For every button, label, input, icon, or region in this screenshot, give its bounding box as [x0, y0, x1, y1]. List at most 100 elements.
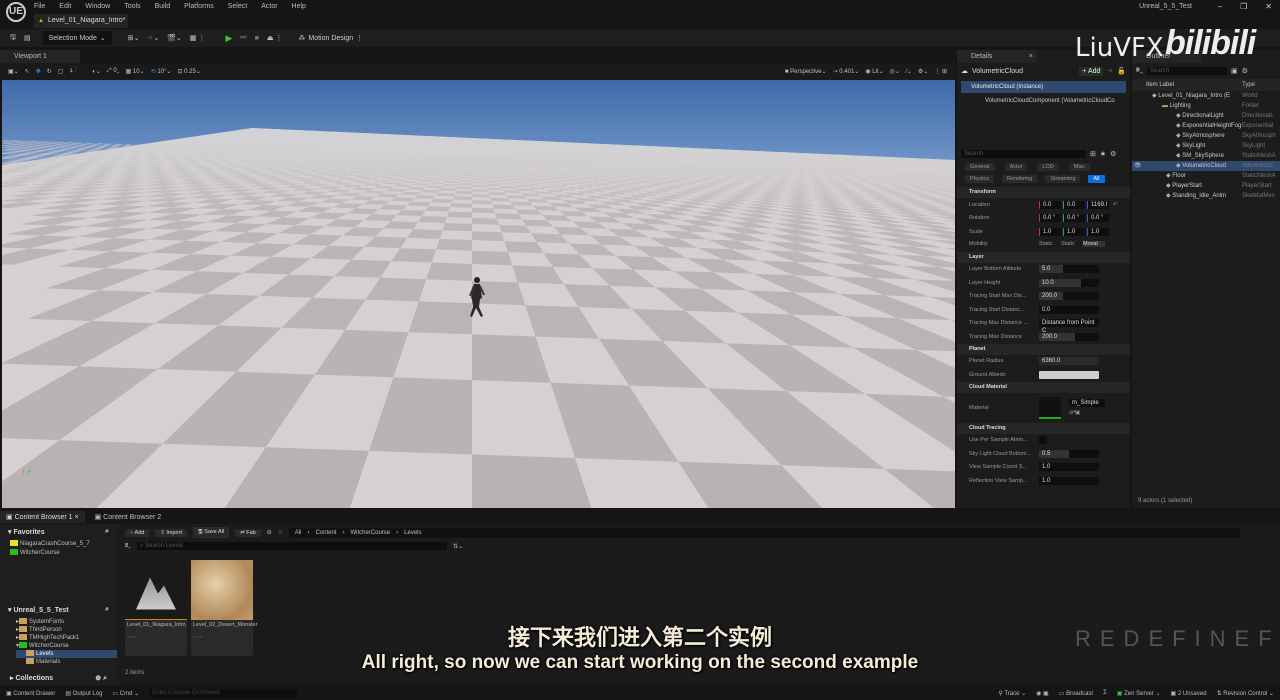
world-local-icon[interactable]: ◐⌄: [92, 68, 101, 75]
selection-mode-dropdown[interactable]: Selection Mode ⌄: [42, 31, 112, 45]
prop-value-field[interactable]: Distance from Point C: [1039, 319, 1099, 334]
filter-all[interactable]: All: [1088, 175, 1105, 183]
filter-icon[interactable]: ⩩⌄: [1136, 67, 1143, 75]
output-log-button[interactable]: ▤ Output Log: [65, 690, 102, 697]
menu-tools[interactable]: Tools: [124, 3, 140, 10]
close-tab-icon[interactable]: ×: [1029, 50, 1033, 63]
filter-physics[interactable]: Physics: [965, 175, 994, 183]
favorite-star-icon[interactable]: ★: [1100, 150, 1106, 158]
layout-icon[interactable]: ⋮ ⊞: [934, 68, 947, 75]
prop-value-field[interactable]: 0.0: [1039, 305, 1099, 314]
select-tool-icon[interactable]: ▣⌄: [8, 68, 19, 75]
prop-value-field[interactable]: 1.0: [1039, 476, 1099, 485]
broadcast-button[interactable]: ▭ Broadcast: [1059, 690, 1093, 697]
rotation-y[interactable]: 0.0 °: [1063, 214, 1085, 223]
rotate-icon[interactable]: ↻: [47, 68, 52, 75]
sort-icon[interactable]: ⇅⌄: [453, 543, 463, 550]
col-type[interactable]: Type: [1242, 79, 1255, 91]
save-all-button[interactable]: 🖫 Save All: [192, 527, 230, 538]
select-arrow-icon[interactable]: ↖: [25, 68, 30, 75]
grid-snap[interactable]: ▦ 10⌄: [126, 68, 145, 75]
blueprint-icon[interactable]: ⁘⌄: [143, 31, 163, 45]
add-component-button[interactable]: + Add: [1079, 66, 1104, 76]
material-dropdown[interactable]: m_Simple ⌄: [1069, 399, 1105, 414]
character-mannequin[interactable]: [468, 276, 486, 318]
outliner-item[interactable]: ◆ Standing_Idle_Anim SkeletalMes: [1132, 191, 1280, 201]
menu-build[interactable]: Build: [155, 3, 171, 10]
rotation-x[interactable]: 0.0 °: [1039, 214, 1061, 223]
stop-icon[interactable]: ■: [251, 31, 263, 45]
col-item-label[interactable]: Item Label: [1146, 82, 1174, 88]
component-item[interactable]: VolumetricCloudComponent (VolumetricClou…: [957, 95, 1130, 107]
lit-dropdown[interactable]: ◉ Lit⌄: [865, 68, 883, 75]
menu-edit[interactable]: Edit: [59, 3, 71, 10]
save-icon[interactable]: 🖫: [6, 31, 20, 45]
browse-asset-icon[interactable]: ⊖ ▣: [1069, 410, 1105, 416]
close-icon[interactable]: ✕: [1265, 2, 1272, 11]
trace-button[interactable]: ⚲ Trace ⌄: [998, 690, 1026, 697]
console-input[interactable]: Enter Console Command: [149, 689, 298, 697]
material-thumbnail[interactable]: [1039, 396, 1061, 419]
zen-server-button[interactable]: ▣ Zen Server ⌄: [1117, 690, 1161, 697]
minimize-icon[interactable]: –: [1218, 2, 1222, 11]
planet-radius-field[interactable]: 6360.0: [1039, 357, 1099, 366]
favorite-item[interactable]: NiagaraCrashCourse_5_7: [10, 540, 117, 549]
outliner-item[interactable]: ◆ Level_01_Niagara_Intro (E World: [1132, 91, 1280, 101]
outliner-search-input[interactable]: Search: [1147, 67, 1228, 75]
show-icon[interactable]: ◎⌄: [890, 68, 900, 75]
viewport-tab[interactable]: Viewport 1: [0, 50, 80, 63]
settings-icon[interactable]: ⚙⌄: [918, 68, 928, 75]
menu-actor[interactable]: Actor: [261, 3, 277, 10]
unsaved-button[interactable]: ▣ 2 Unsaved: [1171, 690, 1207, 697]
location-z[interactable]: 1169.l: [1087, 200, 1109, 209]
outliner-item[interactable]: ◆ ExponentialHeightFog Exponential: [1132, 121, 1280, 131]
asset-search-input[interactable]: ⌕ Search Levels: [137, 542, 448, 550]
cinematics-icon[interactable]: 🎬⌄: [163, 31, 186, 45]
search-icon[interactable]: ⊕ ⌕: [95, 674, 107, 683]
cmd-dropdown[interactable]: ▭ Cmd ⌄: [112, 690, 139, 697]
level-viewport[interactable]: ↑↗: [2, 80, 955, 508]
step-icon[interactable]: ⏭: [236, 31, 250, 45]
mobility-movable[interactable]: Moval: [1083, 241, 1105, 247]
filter-lod[interactable]: LOD: [1037, 163, 1059, 171]
component-instance[interactable]: VolumetricCloud (Instance): [961, 81, 1126, 93]
mobility-stationary[interactable]: Static: [1061, 241, 1083, 247]
filter-actor[interactable]: Actor: [1004, 163, 1028, 171]
mobility-static[interactable]: Static: [1039, 241, 1061, 247]
menu-window[interactable]: Window: [85, 3, 110, 10]
performance-icon[interactable]: ⁄⌄: [906, 68, 912, 75]
add-folder-icon[interactable]: ▣: [1231, 67, 1238, 75]
search-icon[interactable]: ⌕: [105, 528, 109, 536]
outliner-item[interactable]: ◆ SM_SkySphere StaticMeshA: [1132, 151, 1280, 161]
history-back-icon[interactable]: ⊖: [267, 529, 272, 536]
blueprint-icon[interactable]: ⁘: [1107, 67, 1113, 75]
rotation-dropdown[interactable]: Rotation: [969, 215, 1039, 221]
prop-value-field[interactable]: 200.0: [1039, 332, 1099, 341]
filter-general[interactable]: General: [965, 163, 995, 171]
section-cloud-material[interactable]: Cloud Material: [957, 381, 1130, 393]
prop-value-field[interactable]: 10.0: [1039, 278, 1099, 287]
menu-file[interactable]: File: [34, 3, 45, 10]
revision-control-button[interactable]: ⇅ Revision Control ⌄: [1217, 690, 1274, 697]
filter-rendering[interactable]: Rendering: [1001, 175, 1038, 183]
visibility-eye-icon[interactable]: 👁: [1134, 161, 1142, 171]
menu-help[interactable]: Help: [292, 3, 306, 10]
tab-content-browser-2[interactable]: ▣ Content Browser 2: [89, 511, 168, 523]
outliner-item[interactable]: ◆ DirectionalLight DirectionalL: [1132, 111, 1280, 121]
import-button[interactable]: ⇪ Import: [155, 528, 187, 537]
outliner-item[interactable]: ◆ SkyAtmosphere SkyAtmosph: [1132, 131, 1280, 141]
reset-icon[interactable]: ↶: [1113, 202, 1118, 208]
details-search-input[interactable]: Search: [961, 150, 1086, 158]
translate-icon[interactable]: ✥: [36, 68, 41, 75]
record-icon[interactable]: ◉ ▣: [1036, 690, 1049, 697]
prop-value-field[interactable]: 1.0: [1039, 463, 1099, 472]
content-drawer-button[interactable]: ▣ Content Drawer: [6, 690, 55, 697]
section-transform[interactable]: Transform: [957, 187, 1130, 198]
filter-icon[interactable]: ⩩⌄: [125, 543, 131, 550]
location-x[interactable]: 0.0: [1039, 200, 1061, 209]
settings-icon[interactable]: ⚙: [1110, 150, 1116, 158]
modes-icon[interactable]: ▦ ⋮: [186, 31, 210, 45]
location-y[interactable]: 0.0: [1063, 200, 1085, 209]
outliner-item[interactable]: ◆ PlayerStart PlayerStart: [1132, 181, 1280, 191]
outliner-item[interactable]: ▬ Lighting Folder: [1132, 101, 1280, 111]
